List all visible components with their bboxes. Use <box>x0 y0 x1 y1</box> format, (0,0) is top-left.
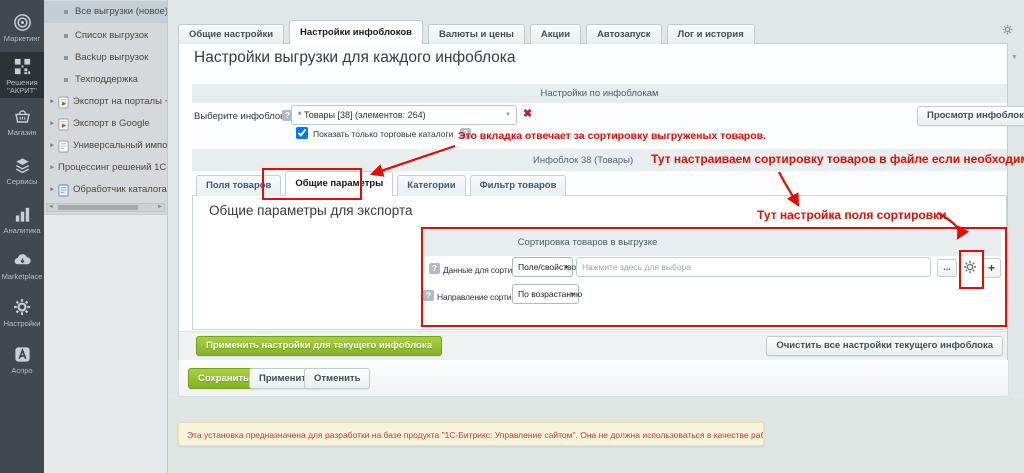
scroll-left-icon[interactable]: ◄ <box>47 204 55 211</box>
document-export-icon <box>58 118 69 131</box>
expand-arrow-icon[interactable]: ► <box>49 113 58 135</box>
target-icon <box>0 13 44 33</box>
module-tabs: Общие настройки Настройки инфоблоков Вал… <box>178 21 755 44</box>
menu-item-backup[interactable]: Backup выгрузок <box>44 47 167 69</box>
expand-arrow-icon[interactable]: ► <box>49 135 58 157</box>
collapse-chevron-icon[interactable]: ▼ <box>1011 54 1018 61</box>
tab-promotions[interactable]: Акции <box>530 24 581 44</box>
sidebar-item-analytics[interactable]: Аналитика <box>0 200 44 244</box>
basket-icon <box>0 107 44 127</box>
expand-arrow-icon[interactable]: ► <box>49 179 58 201</box>
menu-item-catalog-handler[interactable]: ► Обработчик каталога <box>44 179 167 201</box>
menu-list: Все выгрузки (новое) Список выгрузок Bac… <box>44 0 167 215</box>
trade-catalogs-checkbox[interactable] <box>296 127 308 139</box>
document-export-icon <box>58 96 69 109</box>
layers-icon <box>0 156 44 176</box>
apply-current-infoblock-button[interactable]: Применить настройки для текущего инфобло… <box>196 336 442 356</box>
sidebar-item-marketplace[interactable]: Marketplace <box>0 246 44 290</box>
menu-item-processing-1c[interactable]: ► Процессинг решений 1С-Битр <box>44 157 167 179</box>
scroll-right-icon[interactable]: ► <box>156 204 164 211</box>
sidebar-item-akrit-solutions[interactable]: Решения "АКРИТ" <box>0 52 44 98</box>
document-blue-icon <box>58 184 69 197</box>
bullet-icon <box>64 10 68 14</box>
bar-chart-icon <box>0 205 44 225</box>
sort-direction-select[interactable]: По возрастанию ▼ <box>512 284 579 304</box>
tab-general-parameters[interactable]: Общие параметры <box>285 171 393 196</box>
trade-catalogs-checkbox-label: Показать только торговые каталоги <box>313 129 453 139</box>
infoblock-38-bar-label: Инфоблок 38 (Товары) <box>533 155 633 166</box>
chevron-down-icon: ▼ <box>564 259 569 277</box>
tab-general-settings[interactable]: Общие настройки <box>178 24 284 44</box>
chevron-down-icon: ▼ <box>570 286 575 304</box>
sidebar-item-settings[interactable]: Настройки <box>0 293 44 337</box>
infoblock-inner-tabs: Поля товаров Общие параметры Категории Ф… <box>196 172 566 196</box>
menu-horizontal-scrollbar[interactable]: ◄ ► <box>46 203 165 212</box>
expand-arrow-icon[interactable]: ► <box>49 157 58 179</box>
sort-settings-gear-icon[interactable] <box>963 260 977 274</box>
page-title: Настройки выгрузки для каждого инфоблока <box>194 49 516 67</box>
document-icon <box>58 140 69 153</box>
expand-arrow-icon[interactable]: ► <box>49 91 58 113</box>
infoblock-select[interactable]: * Товары [38] (элементов: 264) ▼ <box>291 105 517 125</box>
tab-autostart[interactable]: Автозапуск <box>586 24 661 44</box>
sort-field-input[interactable] <box>576 257 931 277</box>
bullet-icon <box>64 78 68 82</box>
more-options-button[interactable]: ... <box>937 259 957 277</box>
scrollbar-thumb[interactable] <box>58 205 138 210</box>
sidebar-item-services[interactable]: Сервисы <box>0 151 44 195</box>
letter-a-icon <box>0 345 44 365</box>
annotation-note-tab: Это вкладка отвечает за сортировку выгру… <box>458 130 766 142</box>
qr-icon <box>0 57 44 77</box>
help-icon[interactable]: ? <box>429 263 440 274</box>
bullet-icon <box>64 56 68 60</box>
gear-icon <box>0 298 44 318</box>
infoblock-select-label: Выберите инфоблок: <box>194 111 287 122</box>
chevron-down-icon: ▼ <box>505 106 511 124</box>
clear-current-infoblock-button[interactable]: Очистить все настройки текущего инфоблок… <box>766 336 1003 356</box>
annotation-note-sorting: Тут настраиваем сортировку товаров в фай… <box>651 152 1024 166</box>
add-sort-button[interactable]: + <box>982 258 1001 278</box>
annotation-note-sort-field: Тут настройка поля сортировки <box>757 208 947 222</box>
sidebar-item-aspro[interactable]: Аспро <box>0 340 44 384</box>
menu-item-export-portals-api[interactable]: ► Экспорт на порталы + API <box>44 91 167 113</box>
tab-currencies-prices[interactable]: Валюты и цены <box>428 24 525 44</box>
cancel-button[interactable]: Отменить <box>304 368 370 389</box>
help-icon[interactable]: ? <box>423 290 434 301</box>
tab-product-fields[interactable]: Поля товаров <box>196 175 281 196</box>
view-infoblocks-button[interactable]: Просмотр инфоблоков <box>917 106 1024 126</box>
trial-version-notice: Эта установка предназначена для разработ… <box>178 422 764 446</box>
menu-item-export-list[interactable]: Список выгрузок <box>44 25 167 47</box>
delete-icon[interactable]: ✖ <box>523 107 532 120</box>
menu-item-all-exports[interactable]: Все выгрузки (новое) <box>44 1 167 23</box>
menu-item-support[interactable]: Техподдержка <box>44 69 167 91</box>
bitrix-admin-app: Маркетинг Решения "АКРИТ" Магазин Сервис… <box>0 0 1024 473</box>
module-menu-panel: Все выгрузки (новое) Список выгрузок Bac… <box>44 0 168 473</box>
tab-log-history[interactable]: Лог и история <box>667 24 755 44</box>
sort-field-type-select[interactable]: Поле/свойство ▼ <box>512 257 573 277</box>
bullet-icon <box>64 34 68 38</box>
tab-infoblock-settings[interactable]: Настройки инфоблоков <box>289 20 423 44</box>
section-header-infoblocks: Настройки по инфоблокам <box>192 84 1007 103</box>
admin-settings-gear-icon[interactable] <box>1002 24 1013 35</box>
tab-product-filter[interactable]: Фильтр товаров <box>470 175 567 196</box>
menu-item-universal-import[interactable]: ► Универсальный импорт <box>44 135 167 157</box>
export-parameters-title: Общие параметры для экспорта <box>209 203 413 218</box>
menu-item-export-google[interactable]: ► Экспорт в Google <box>44 113 167 135</box>
sidebar-item-marketing[interactable]: Маркетинг <box>0 8 44 52</box>
cloud-download-icon <box>0 251 44 271</box>
tab-categories[interactable]: Категории <box>397 175 465 196</box>
sort-section-header: Сортировка товаров в выгрузке <box>424 230 1001 256</box>
sidebar-item-shop[interactable]: Магазин <box>0 102 44 146</box>
left-icon-sidebar: Маркетинг Решения "АКРИТ" Магазин Сервис… <box>0 0 44 473</box>
